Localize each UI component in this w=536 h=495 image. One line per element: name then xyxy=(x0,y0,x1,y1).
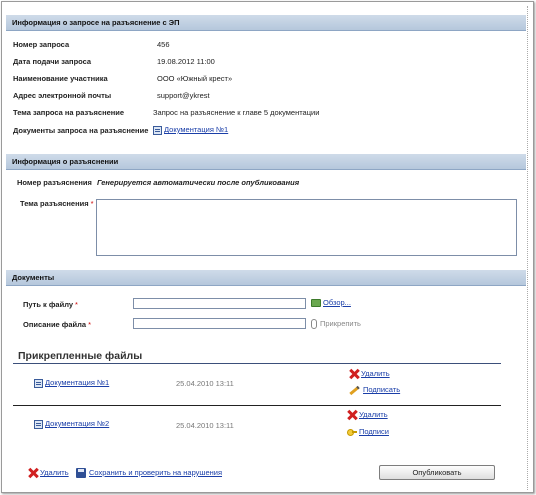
documents-section-header: Документы xyxy=(6,270,526,286)
attach-button[interactable]: Прикрепить xyxy=(311,319,361,330)
required-mark: * xyxy=(90,199,94,208)
clarification-topic-label: Тема разъяснения xyxy=(20,199,89,208)
clarification-section-header: Информация о разъяснении xyxy=(6,154,526,170)
attached-file-1-date: 25.04.2010 13:11 xyxy=(176,379,234,388)
participant-name-label: Наименование участника xyxy=(13,74,108,83)
delete-icon xyxy=(349,369,359,379)
request-document-link[interactable]: Документация №1 xyxy=(164,125,228,134)
email-value: support@ykrest xyxy=(157,91,210,100)
clarification-topic-label-row: Тема разъяснения * xyxy=(20,199,94,208)
document-icon xyxy=(34,419,43,429)
footer-delete-button[interactable]: Удалить xyxy=(28,468,69,478)
save-and-check-label: Сохранить и проверить на нарушения xyxy=(89,468,223,477)
delete-icon xyxy=(28,468,38,478)
paperclip-icon xyxy=(311,319,317,330)
folder-icon xyxy=(311,299,321,308)
clarification-topic-textarea[interactable] xyxy=(96,199,517,256)
attached-file-2-signatures[interactable]: Подписи xyxy=(347,427,389,437)
attached-file-2-date: 25.04.2010 13:11 xyxy=(176,421,234,430)
file-description-label: Описание файла xyxy=(23,320,87,329)
key-icon xyxy=(347,428,357,437)
delete-label: Удалить xyxy=(359,410,388,419)
sign-label: Подписать xyxy=(363,385,401,394)
request-number-value: 456 xyxy=(157,40,170,49)
footer-delete-label: Удалить xyxy=(40,468,69,477)
file-path-label-row: Путь к файлу * xyxy=(23,300,78,309)
attached-file-1-link[interactable]: Документация №1 xyxy=(45,378,109,387)
attached-file-2-link-row[interactable]: Документация №2 xyxy=(34,419,109,429)
document-icon xyxy=(153,125,162,135)
request-number-label: Номер запроса xyxy=(13,40,70,49)
form-window: Информация о запросе на разъяснение с ЭП… xyxy=(1,1,534,493)
required-mark: * xyxy=(88,320,92,329)
request-date-value: 19.08.2012 11:00 xyxy=(157,57,215,66)
attach-label: Прикрепить xyxy=(320,319,361,328)
delete-icon xyxy=(347,410,357,420)
request-date-label: Дата подачи запроса xyxy=(13,57,92,66)
signatures-label: Подписи xyxy=(359,427,389,436)
document-icon xyxy=(34,378,43,388)
clarification-number-value: Генерируется автоматически после опублик… xyxy=(97,178,300,187)
request-topic-label: Тема запроса на разъяснение xyxy=(13,108,125,117)
file-path-label: Путь к файлу xyxy=(23,300,74,309)
attached-file-1-link-row[interactable]: Документация №1 xyxy=(34,378,109,388)
file-description-label-row: Описание файла * xyxy=(23,320,91,329)
pencil-icon xyxy=(349,385,360,395)
attached-file-1-sign[interactable]: Подписать xyxy=(349,385,401,395)
save-icon xyxy=(76,468,86,479)
attached-row-divider xyxy=(13,405,501,406)
dotted-border xyxy=(527,6,528,490)
required-mark: * xyxy=(75,300,78,309)
email-label: Адрес электронной почты xyxy=(13,91,112,100)
file-path-input[interactable] xyxy=(133,298,306,309)
publish-button[interactable]: Опубликовать xyxy=(379,465,495,480)
delete-label: Удалить xyxy=(361,369,390,378)
clarification-number-label: Номер разъяснения xyxy=(17,178,92,187)
file-description-input[interactable] xyxy=(133,318,306,329)
attached-file-2-delete[interactable]: Удалить xyxy=(347,410,388,420)
request-topic-value: Запрос на разъяснение к главе 5 документ… xyxy=(153,108,320,117)
browse-button[interactable]: Обзор... xyxy=(311,298,351,308)
attached-files-divider xyxy=(13,363,501,364)
browse-label: Обзор... xyxy=(323,298,351,307)
attached-file-2-link[interactable]: Документация №2 xyxy=(45,419,109,428)
request-document-link-row[interactable]: Документация №1 xyxy=(153,125,228,135)
participant-name-value: ООО «Южный крест» xyxy=(157,74,233,83)
request-documents-label: Документы запроса на разъяснение xyxy=(13,126,149,135)
request-section-header: Информация о запросе на разъяснение с ЭП xyxy=(6,15,526,31)
clarification-number-row: Номер разъяснения Генерируется автоматич… xyxy=(17,178,299,187)
attached-files-title: Прикрепленные файлы xyxy=(18,350,143,362)
attached-file-1-delete[interactable]: Удалить xyxy=(349,369,390,379)
save-and-check-button[interactable]: Сохранить и проверить на нарушения xyxy=(76,468,223,479)
